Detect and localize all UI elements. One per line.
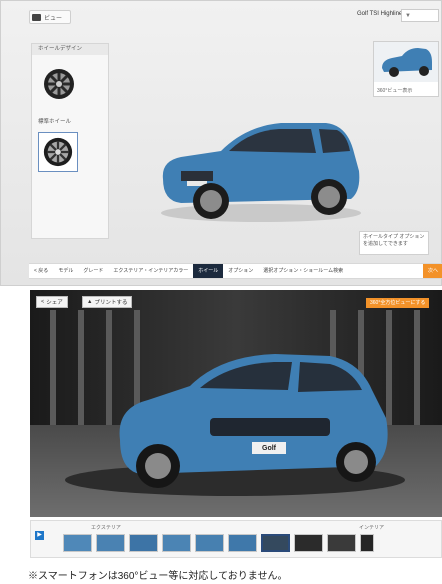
thumb-exterior-1[interactable] (63, 534, 92, 552)
view-button[interactable]: ビュー (29, 10, 71, 24)
model-select[interactable]: ▼ (401, 9, 439, 22)
wheel-option-alloy[interactable] (40, 65, 78, 103)
wheel-option-standard[interactable] (38, 132, 78, 172)
step-color[interactable]: エクステリア・インテリアカラー (108, 264, 193, 278)
print-icon: ▲ (87, 299, 93, 305)
wheel-panel: ホイールデザイン 標準ホイール (31, 43, 109, 239)
step-option[interactable]: オプション (223, 264, 258, 278)
360-preview-thumbnail[interactable]: 360°ビュー表示 (373, 41, 439, 97)
thumbnail-strip: ▶ エクステリア インテリア (30, 520, 442, 558)
thumb-exterior-6[interactable] (228, 534, 257, 552)
thumb-interior-3[interactable] (360, 534, 374, 552)
car-render (161, 123, 361, 222)
step-navigation: < 戻る モデル グレード エクステリア・インテリアカラー ホイール オプション… (29, 263, 442, 279)
step-back[interactable]: < 戻る (29, 264, 53, 278)
view-button-label: ビュー (44, 15, 63, 22)
step-wheel[interactable]: ホイール (193, 264, 224, 278)
option-note: ホイールタイプ オプションを追加してできます (359, 231, 429, 255)
step-next[interactable]: 次へ (422, 264, 442, 278)
thumb-exterior-2[interactable] (96, 534, 125, 552)
thumb-exterior-5[interactable] (195, 534, 224, 552)
step-model[interactable]: モデル (53, 264, 78, 278)
thumb-interior-2[interactable] (327, 534, 356, 552)
exterior-caption: エクステリア (91, 525, 121, 531)
print-button[interactable]: ▲ プリントする (82, 296, 133, 308)
thumb-interior-1[interactable] (294, 534, 323, 552)
print-label: プリントする (94, 300, 128, 306)
thumb-exterior-7[interactable] (261, 534, 290, 552)
play-icon[interactable]: ▶ (35, 531, 44, 540)
interior-caption: インテリア (359, 525, 385, 531)
360-viewer[interactable]: Golf < シェア ▲ プリントする 360°全方位ビューにする (30, 290, 442, 517)
footnote: ※スマートフォンは360°ビュー等に対応しておりません。 (28, 571, 288, 582)
wheel-icon (43, 137, 73, 167)
gallery-icon (32, 13, 41, 21)
step-summary[interactable]: 選択オプション・ショールーム検索 (258, 264, 348, 278)
wheel-panel-header: ホイールデザイン (32, 44, 108, 55)
step-grade[interactable]: グレード (78, 264, 108, 278)
thumb-exterior-4[interactable] (162, 534, 191, 552)
showroom-background (30, 290, 442, 517)
wheel-section-label: 標準ホイール (38, 119, 72, 125)
share-button[interactable]: < シェア (36, 296, 68, 308)
share-icon: < (41, 299, 45, 305)
model-name: Golf TSI Highline (357, 11, 403, 17)
preview-caption: 360°ビュー表示 (377, 88, 413, 94)
share-label: シェア (46, 300, 63, 306)
wheel-icon (44, 69, 74, 99)
configurator-panel: ビュー Golf TSI Highline ▼ ホイールデザイン 標準ホイール (0, 0, 442, 286)
car-thumbnail (374, 42, 438, 82)
thumb-exterior-3[interactable] (129, 534, 158, 552)
license-plate: Golf (262, 445, 276, 452)
360-mode-badge[interactable]: 360°全方位ビューにする (366, 298, 430, 308)
